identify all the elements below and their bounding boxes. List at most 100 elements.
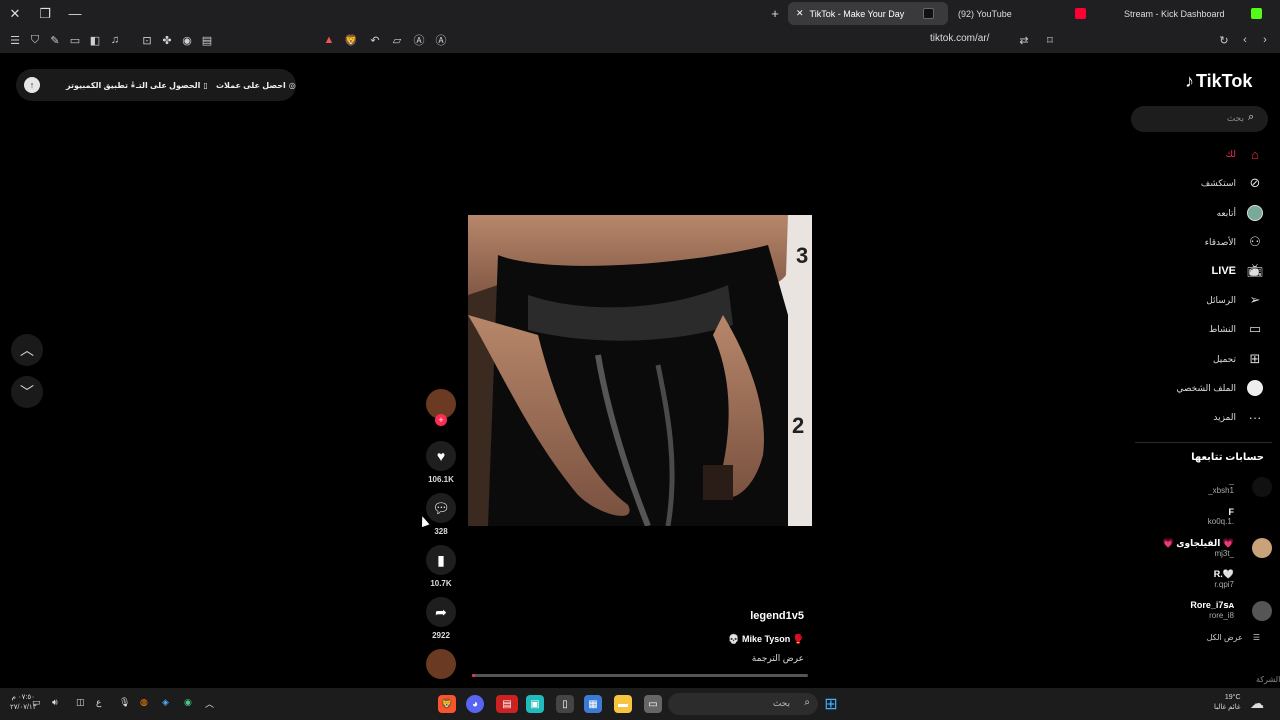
sidebar-item-label: الأصدقاء [1204,236,1236,247]
history-icon[interactable]: ↶ [366,31,384,49]
save-button[interactable]: ▮ [426,545,456,575]
network-icon[interactable]: ◫ [76,697,85,708]
notification-icon[interactable]: ▭ [32,697,41,708]
video-progress-bar[interactable] [472,674,808,677]
reload-icon[interactable]: ↻ [1215,31,1233,49]
language-indicator[interactable]: ع [96,697,101,708]
shield-icon[interactable]: ⛉ [26,31,44,49]
previous-video-button[interactable]: ︿ [11,334,43,366]
store-taskbar-icon[interactable]: ▦ [584,695,602,713]
sidebar-item-following[interactable]: أتابعه [1217,203,1264,223]
steam-icon[interactable]: ◈ [162,697,169,708]
search-input[interactable]: بحث ⌕ [1131,106,1268,132]
sound-avatar[interactable] [426,649,456,679]
discord-taskbar-icon[interactable]: ◕ [466,695,484,713]
puzzle-icon[interactable]: ✤ [158,31,176,49]
brave-taskbar-icon[interactable]: 🦁 [438,695,456,713]
taskbar-search-input[interactable]: بحث ⌕ [668,693,818,715]
tiktok-logo[interactable]: ♪ TikTok [1185,71,1252,92]
new-tab-icon[interactable]: + [760,0,790,27]
sidebar-item-upload[interactable]: تحميل ⊞ [1213,349,1264,369]
footer-company-link[interactable]: الشركة [1256,675,1280,684]
followed-account[interactable]: _ _xbsh1 [1208,476,1234,495]
follow-plus-icon[interactable]: + [435,414,447,426]
comment-action: 💬︎ 328 [420,493,462,536]
translate-icon[interactable]: Ⓐ [410,31,428,49]
tabs-icon[interactable]: ▭ [66,31,84,49]
comment-button[interactable]: 💬︎ [426,493,456,523]
followed-account[interactable]: Rore_i7ꜱᴀ rore_i8 [1190,600,1234,620]
get-coins-button[interactable]: احصل على عملات ◎ [216,81,296,90]
like-button[interactable]: ♥ [426,441,456,471]
minimize-window-icon[interactable]: — [60,0,90,27]
restore-window-icon[interactable]: ❐ [30,0,60,27]
next-video-button[interactable]: ﹀ [11,376,43,408]
show-hidden-icons-icon[interactable]: ︿ [205,697,214,710]
followed-account[interactable]: R.🤍 r.qpi7 [1214,569,1234,589]
bookmark-icon: ▮ [437,551,445,568]
file-explorer-icon[interactable]: ▬ [614,695,632,713]
see-translation-link[interactable]: عرض الترجمة [752,653,804,664]
menu-icon[interactable]: ☰ [6,31,24,49]
tab-kick[interactable]: Stream - Kick Dashboard [1116,2,1276,25]
search-icon[interactable]: ⌕ [1248,111,1262,125]
live-icon: 📺︎ [1246,263,1264,278]
followed-account[interactable]: 💗 الفيلجاوى 💗 mj3t_ [1163,538,1234,558]
weather-widget[interactable]: 19°C غائم غالبا [1214,693,1241,713]
tab-youtube[interactable]: (92) YouTube [950,2,1100,25]
window-icon[interactable]: ▱ [388,31,406,49]
sidebar-item-more[interactable]: المزيد ··· [1213,407,1264,427]
tiktok-page: ↑ تطبيق الكمبيوتر ⤓ الحصول على التـ ▯ اح… [0,53,1280,688]
followed-account[interactable]: F ko0q.1. [1208,507,1234,526]
show-all-button[interactable]: عرض الكل ☰ [1207,633,1260,642]
tray-security-icon[interactable]: ◉ [184,697,192,708]
close-window-icon[interactable]: ✕ [0,0,30,27]
sidebar-item-activity[interactable]: النشاط ▭ [1209,319,1264,339]
chat-taskbar-icon[interactable]: ▣ [526,695,544,713]
bookmark-manager-icon[interactable]: ▤ [198,31,216,49]
show-all-label: عرض الكل [1206,633,1243,642]
sidebar-item-for-you[interactable]: لك ⌂ [1226,144,1264,164]
microphone-icon[interactable]: 🎙︎ [119,697,130,708]
sidebar-item-explore[interactable]: استكشف ⊘ [1201,173,1264,193]
reader-icon[interactable]: Ⓐ [432,31,450,49]
app-taskbar-icon[interactable]: ▤ [496,695,518,713]
sidebar-item-live[interactable]: LIVE 📺︎ [1212,261,1264,281]
user-avatar[interactable]: ↑ [24,77,40,93]
avatar[interactable] [1252,538,1272,558]
cookie-icon[interactable]: ◉ [178,31,196,49]
tab-title: Stream - Kick Dashboard [1124,8,1225,19]
bookmark-icon[interactable]: ⌑ [1041,31,1059,49]
extension-icon[interactable]: ✎ [46,31,64,49]
screenshot-icon[interactable]: ⊡ [138,31,156,49]
account-username: ko0q.1. [1207,517,1234,526]
mouse-app-taskbar-icon[interactable]: ▯ [556,695,574,713]
brave-rewards-icon[interactable]: ▲ [320,31,338,49]
sidebar-icon[interactable]: ◧ [86,31,104,49]
back-icon[interactable]: ‹ [1236,31,1254,49]
get-app-button[interactable]: الحصول على التـ ▯ [136,81,208,90]
avatar[interactable] [1252,601,1272,621]
video-player[interactable]: 3 2 [468,215,812,526]
avatar[interactable] [1252,477,1272,497]
site-settings-icon[interactable]: ⇄ [1015,31,1033,49]
sidebar-item-friends[interactable]: الأصدقاء ⚇ [1205,232,1264,252]
volume-icon[interactable]: 🔊︎ [52,697,58,708]
task-view-icon[interactable]: ▭ [644,695,662,713]
desktop-app-button[interactable]: تطبيق الكمبيوتر ⤓ [66,80,135,90]
music-icon[interactable]: ♫ [106,31,124,49]
sidebar-item-messages[interactable]: الرسائل ➢ [1206,290,1264,310]
close-tab-icon[interactable]: ✕ [796,8,804,19]
tab-tiktok[interactable]: ✕ TikTok - Make Your Day [788,2,948,25]
windows-start-icon[interactable]: ⊞ [822,695,840,713]
share-button[interactable]: ➦ [426,597,456,627]
forward-icon[interactable]: › [1256,31,1274,49]
account-name: F [1228,507,1235,517]
sidebar-item-profile[interactable]: الملف الشخصي [1176,378,1264,398]
video-username[interactable]: legend1v5 [750,610,804,622]
address-bar[interactable]: tiktok.com/ar/ [930,33,989,44]
sidebar-item-label: LIVE [1211,265,1236,277]
tray-app-icon[interactable]: ◍ [140,697,148,708]
get-coins-label: احصل على عملات [216,80,286,90]
brave-shields-icon[interactable]: 🦁 [342,31,360,49]
